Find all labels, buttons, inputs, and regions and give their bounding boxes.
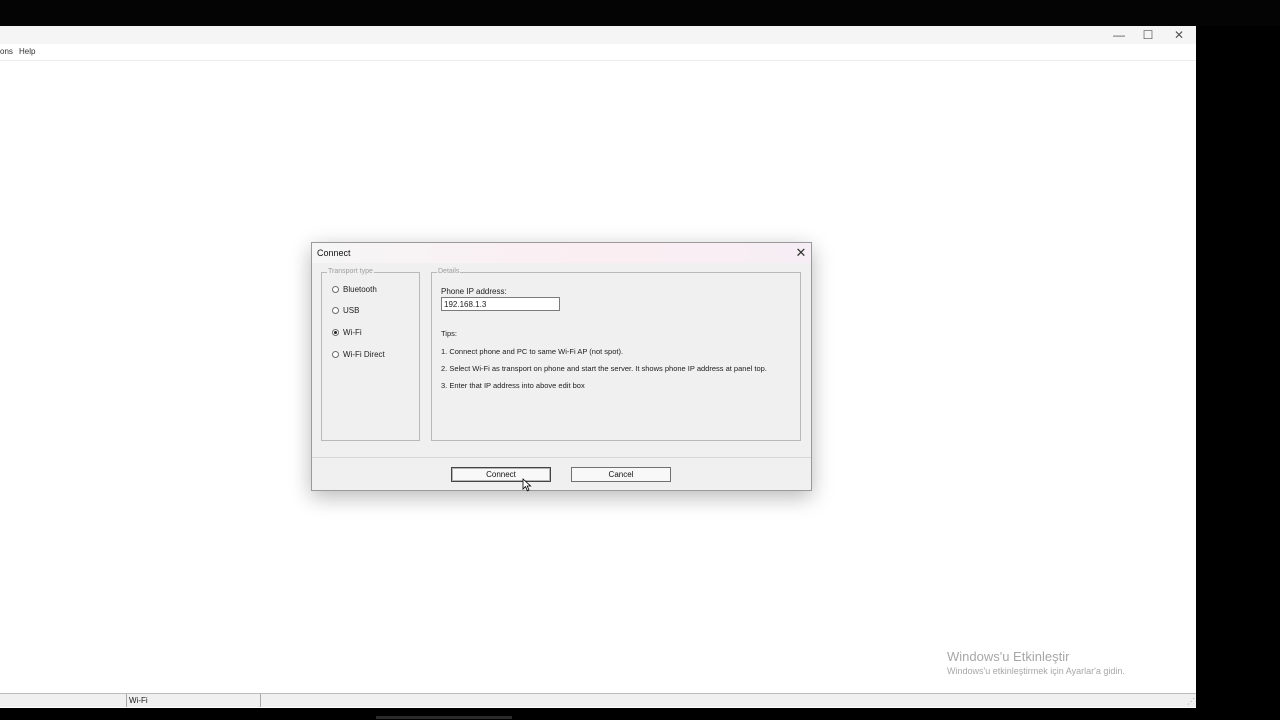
ip-address-label: Phone IP address:	[441, 287, 507, 296]
menu-bar: ons Help	[0, 44, 1196, 61]
dialog-titlebar: Connect ✕	[312, 243, 811, 263]
connect-dialog: Connect ✕ Transport type Bluetooth USB W…	[311, 242, 812, 491]
menu-options[interactable]: ons	[0, 46, 13, 58]
activation-title: Windows'u Etkinleştir	[947, 649, 1070, 664]
dialog-title: Connect	[317, 248, 351, 258]
connect-button[interactable]: Connect	[451, 467, 551, 482]
maximize-button[interactable]: ☐	[1134, 27, 1162, 43]
taskbar-hint	[376, 716, 512, 719]
minimize-button[interactable]: —	[1105, 27, 1133, 43]
radio-label: Bluetooth	[343, 285, 377, 294]
radio-circle-icon	[332, 351, 339, 359]
radio-checked-icon	[332, 329, 339, 337]
cancel-button[interactable]: Cancel	[571, 467, 671, 482]
dialog-close-button[interactable]: ✕	[791, 243, 811, 263]
tips-heading: Tips:	[441, 329, 457, 338]
radio-wifi[interactable]: Wi-Fi	[332, 328, 362, 338]
radio-label: Wi-Fi	[343, 328, 362, 337]
radio-circle-icon	[332, 307, 339, 315]
dialog-separator	[312, 457, 811, 458]
status-bar: Wi-Fi ⋰	[0, 693, 1196, 707]
screen-top-bar	[0, 0, 1280, 26]
activation-subtitle: Windows'u etkinleştirmek için Ayarlar'a …	[947, 666, 1125, 676]
radio-circle-icon	[332, 286, 339, 294]
radio-bluetooth[interactable]: Bluetooth	[332, 285, 377, 295]
status-pane-empty	[0, 694, 127, 707]
transport-type-label: Transport type	[327, 267, 374, 277]
tip-line-2: 2. Select Wi-Fi as transport on phone an…	[441, 364, 767, 373]
close-button[interactable]: ✕	[1165, 27, 1193, 43]
window-titlebar: — ☐ ✕	[0, 26, 1196, 44]
resize-grip-icon[interactable]: ⋰	[1187, 698, 1195, 706]
radio-wifi-direct[interactable]: Wi-Fi Direct	[332, 350, 385, 360]
mouse-cursor-icon	[522, 478, 532, 492]
menu-help[interactable]: Help	[19, 46, 35, 58]
tip-line-3: 3. Enter that IP address into above edit…	[441, 381, 585, 390]
close-icon: ✕	[795, 245, 807, 260]
windows-activation-watermark: Windows'u Etkinleştir Windows'u etkinleş…	[947, 649, 1125, 676]
radio-usb[interactable]: USB	[332, 306, 359, 316]
tip-line-1: 1. Connect phone and PC to same Wi-Fi AP…	[441, 347, 624, 356]
radio-label: USB	[343, 306, 360, 315]
details-group: Details Phone IP address: Tips: 1. Conne…	[431, 267, 801, 441]
status-pane-transport: Wi-Fi	[127, 694, 261, 707]
ip-address-input[interactable]	[441, 297, 560, 311]
radio-label: Wi-Fi Direct	[343, 350, 385, 359]
transport-type-group: Transport type Bluetooth USB Wi-Fi Wi-Fi…	[321, 267, 420, 441]
details-label: Details	[437, 267, 461, 277]
